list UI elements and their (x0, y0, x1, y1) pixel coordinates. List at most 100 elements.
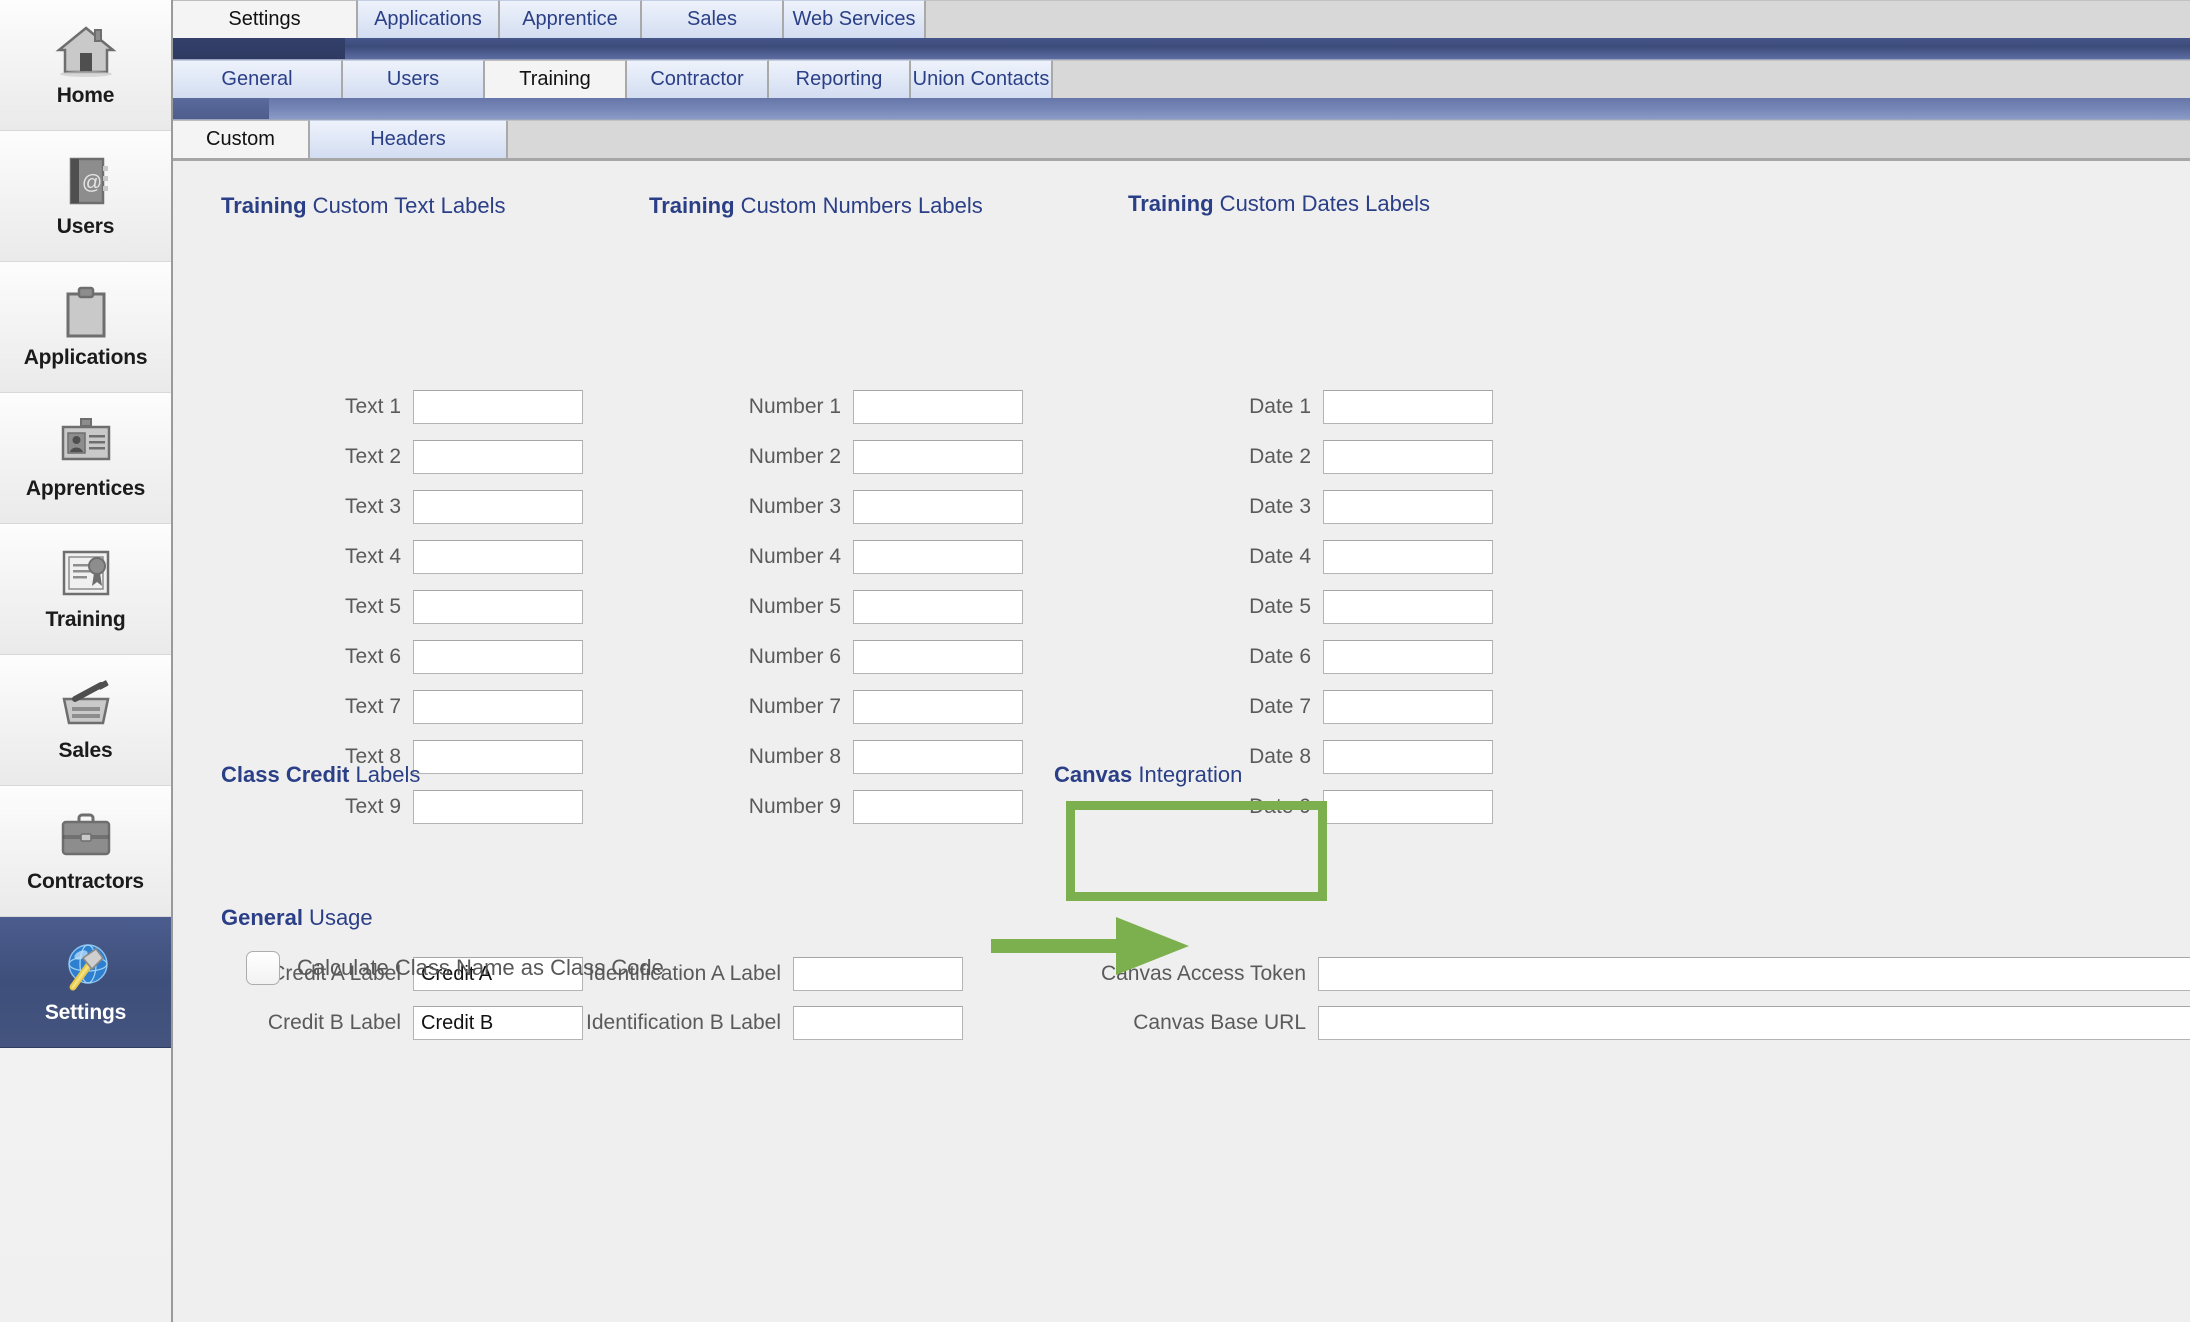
field-input[interactable] (793, 957, 963, 991)
tab-sales[interactable]: Sales (642, 0, 784, 38)
field-input[interactable] (1323, 540, 1493, 574)
section-title-strong: Training (221, 193, 307, 218)
application-window: Home @ Users Applications Apprentices Tr… (0, 0, 2190, 1322)
settings-training-custom-panel: Training Custom Text Labels Training Cus… (173, 161, 2190, 1322)
field-input[interactable] (853, 440, 1023, 474)
sidebar-item-training[interactable]: Training (0, 524, 171, 655)
field-input[interactable] (413, 540, 583, 574)
field-input[interactable] (413, 740, 583, 774)
field-input[interactable] (413, 590, 583, 624)
tab-reporting[interactable]: Reporting (769, 60, 911, 98)
field-label: Text 3 (344, 495, 401, 518)
field-row: Identification B Label (503, 1006, 963, 1040)
sidebar-item-settings[interactable]: Settings (0, 917, 171, 1048)
field-label: Identification B Label (586, 1011, 781, 1034)
field-label: Number 6 (748, 645, 841, 668)
field-label: Number 5 (748, 595, 841, 618)
field-row: Text 2 (243, 440, 583, 474)
section-title-general-usage: General Usage (221, 905, 373, 931)
field-input[interactable] (853, 490, 1023, 524)
tab-settings[interactable]: Settings (173, 0, 358, 38)
field-row: Date 7 (1163, 690, 1493, 724)
primary-sidebar: Home @ Users Applications Apprentices Tr… (0, 0, 173, 1322)
calculate-class-name-row[interactable]: Calculate Class Name as Class Code (246, 951, 664, 985)
tab-row-filler (1053, 60, 2190, 98)
field-input[interactable] (1323, 740, 1493, 774)
field-input[interactable] (1323, 790, 1493, 824)
field-row: Number 7 (663, 690, 1023, 724)
field-row: Text 4 (243, 540, 583, 574)
tab-applications[interactable]: Applications (358, 0, 500, 38)
field-row: Date 5 (1163, 590, 1493, 624)
field-row: Date 2 (1163, 440, 1493, 474)
field-row: Canvas Base URL (1075, 1006, 2190, 1040)
field-input[interactable] (853, 690, 1023, 724)
field-label: Text 7 (344, 695, 401, 718)
field-input[interactable] (853, 590, 1023, 624)
field-row: Text 9 (243, 790, 583, 824)
field-row: Text 3 (243, 490, 583, 524)
tab-contractor[interactable]: Contractor (627, 60, 769, 98)
field-row: Date 4 (1163, 540, 1493, 574)
calculate-class-name-checkbox[interactable] (246, 951, 280, 985)
field-input[interactable] (1318, 1006, 2190, 1040)
sidebar-item-apprentices[interactable]: Apprentices (0, 393, 171, 524)
field-input[interactable] (1323, 690, 1493, 724)
field-input[interactable] (853, 390, 1023, 424)
tab-training[interactable]: Training (485, 60, 627, 98)
tab-users[interactable]: Users (343, 60, 485, 98)
tab-union-contacts[interactable]: Union Contacts (911, 60, 1053, 98)
tab-web-services[interactable]: Web Services (784, 0, 926, 38)
field-row: Date 1 (1163, 390, 1493, 424)
sidebar-item-users[interactable]: @ Users (0, 131, 171, 262)
sidebar-item-home[interactable]: Home (0, 0, 171, 131)
tab-apprentice[interactable]: Apprentice (500, 0, 642, 38)
field-row: Number 5 (663, 590, 1023, 624)
field-input[interactable] (413, 490, 583, 524)
tab-custom[interactable]: Custom (173, 120, 310, 158)
field-input[interactable] (1323, 390, 1493, 424)
section-title-strong: Training (649, 193, 735, 218)
field-label: Date 9 (1249, 795, 1311, 818)
field-input[interactable] (413, 390, 583, 424)
field-input[interactable] (1323, 440, 1493, 474)
tab-headers[interactable]: Headers (310, 120, 508, 158)
field-label: Date 6 (1249, 645, 1311, 668)
field-input[interactable] (413, 440, 583, 474)
section-title-rest: Usage (302, 905, 373, 930)
field-label: Number 1 (748, 395, 841, 418)
tab-row-filler (926, 0, 2190, 38)
field-label: Number 8 (748, 745, 841, 768)
tabs-level-1: Settings Applications Apprentice Sales Web S… (173, 0, 2190, 38)
field-input[interactable] (1323, 590, 1493, 624)
field-input[interactable] (413, 640, 583, 674)
field-label: Number 9 (748, 795, 841, 818)
sidebar-item-applications[interactable]: Applications (0, 262, 171, 393)
field-input[interactable] (853, 740, 1023, 774)
field-input[interactable] (853, 790, 1023, 824)
field-label: Text 9 (344, 795, 401, 818)
tab-separator-notch (173, 38, 345, 59)
field-input[interactable] (1323, 640, 1493, 674)
sidebar-item-label: Home (56, 84, 115, 107)
field-label: Date 2 (1249, 445, 1311, 468)
sidebar-item-sales[interactable]: Sales (0, 655, 171, 786)
field-input[interactable] (413, 790, 583, 824)
field-row: Number 6 (663, 640, 1023, 674)
field-input[interactable] (413, 690, 583, 724)
field-input[interactable] (853, 640, 1023, 674)
tab-general[interactable]: General (173, 60, 343, 98)
field-input[interactable] (1318, 957, 2190, 991)
field-row: Date 3 (1163, 490, 1493, 524)
field-input[interactable] (853, 540, 1023, 574)
field-input[interactable] (793, 1006, 963, 1040)
field-input[interactable] (1323, 490, 1493, 524)
tab-separator-1 (173, 38, 2190, 60)
field-label: Credit B Label (267, 1011, 401, 1034)
field-label: Number 4 (748, 545, 841, 568)
sidebar-item-contractors[interactable]: Contractors (0, 786, 171, 917)
section-title-strong: Class Credit (221, 762, 350, 787)
field-label: Text 1 (344, 395, 401, 418)
field-label: Date 3 (1249, 495, 1311, 518)
address-book-icon: @ (55, 153, 117, 211)
